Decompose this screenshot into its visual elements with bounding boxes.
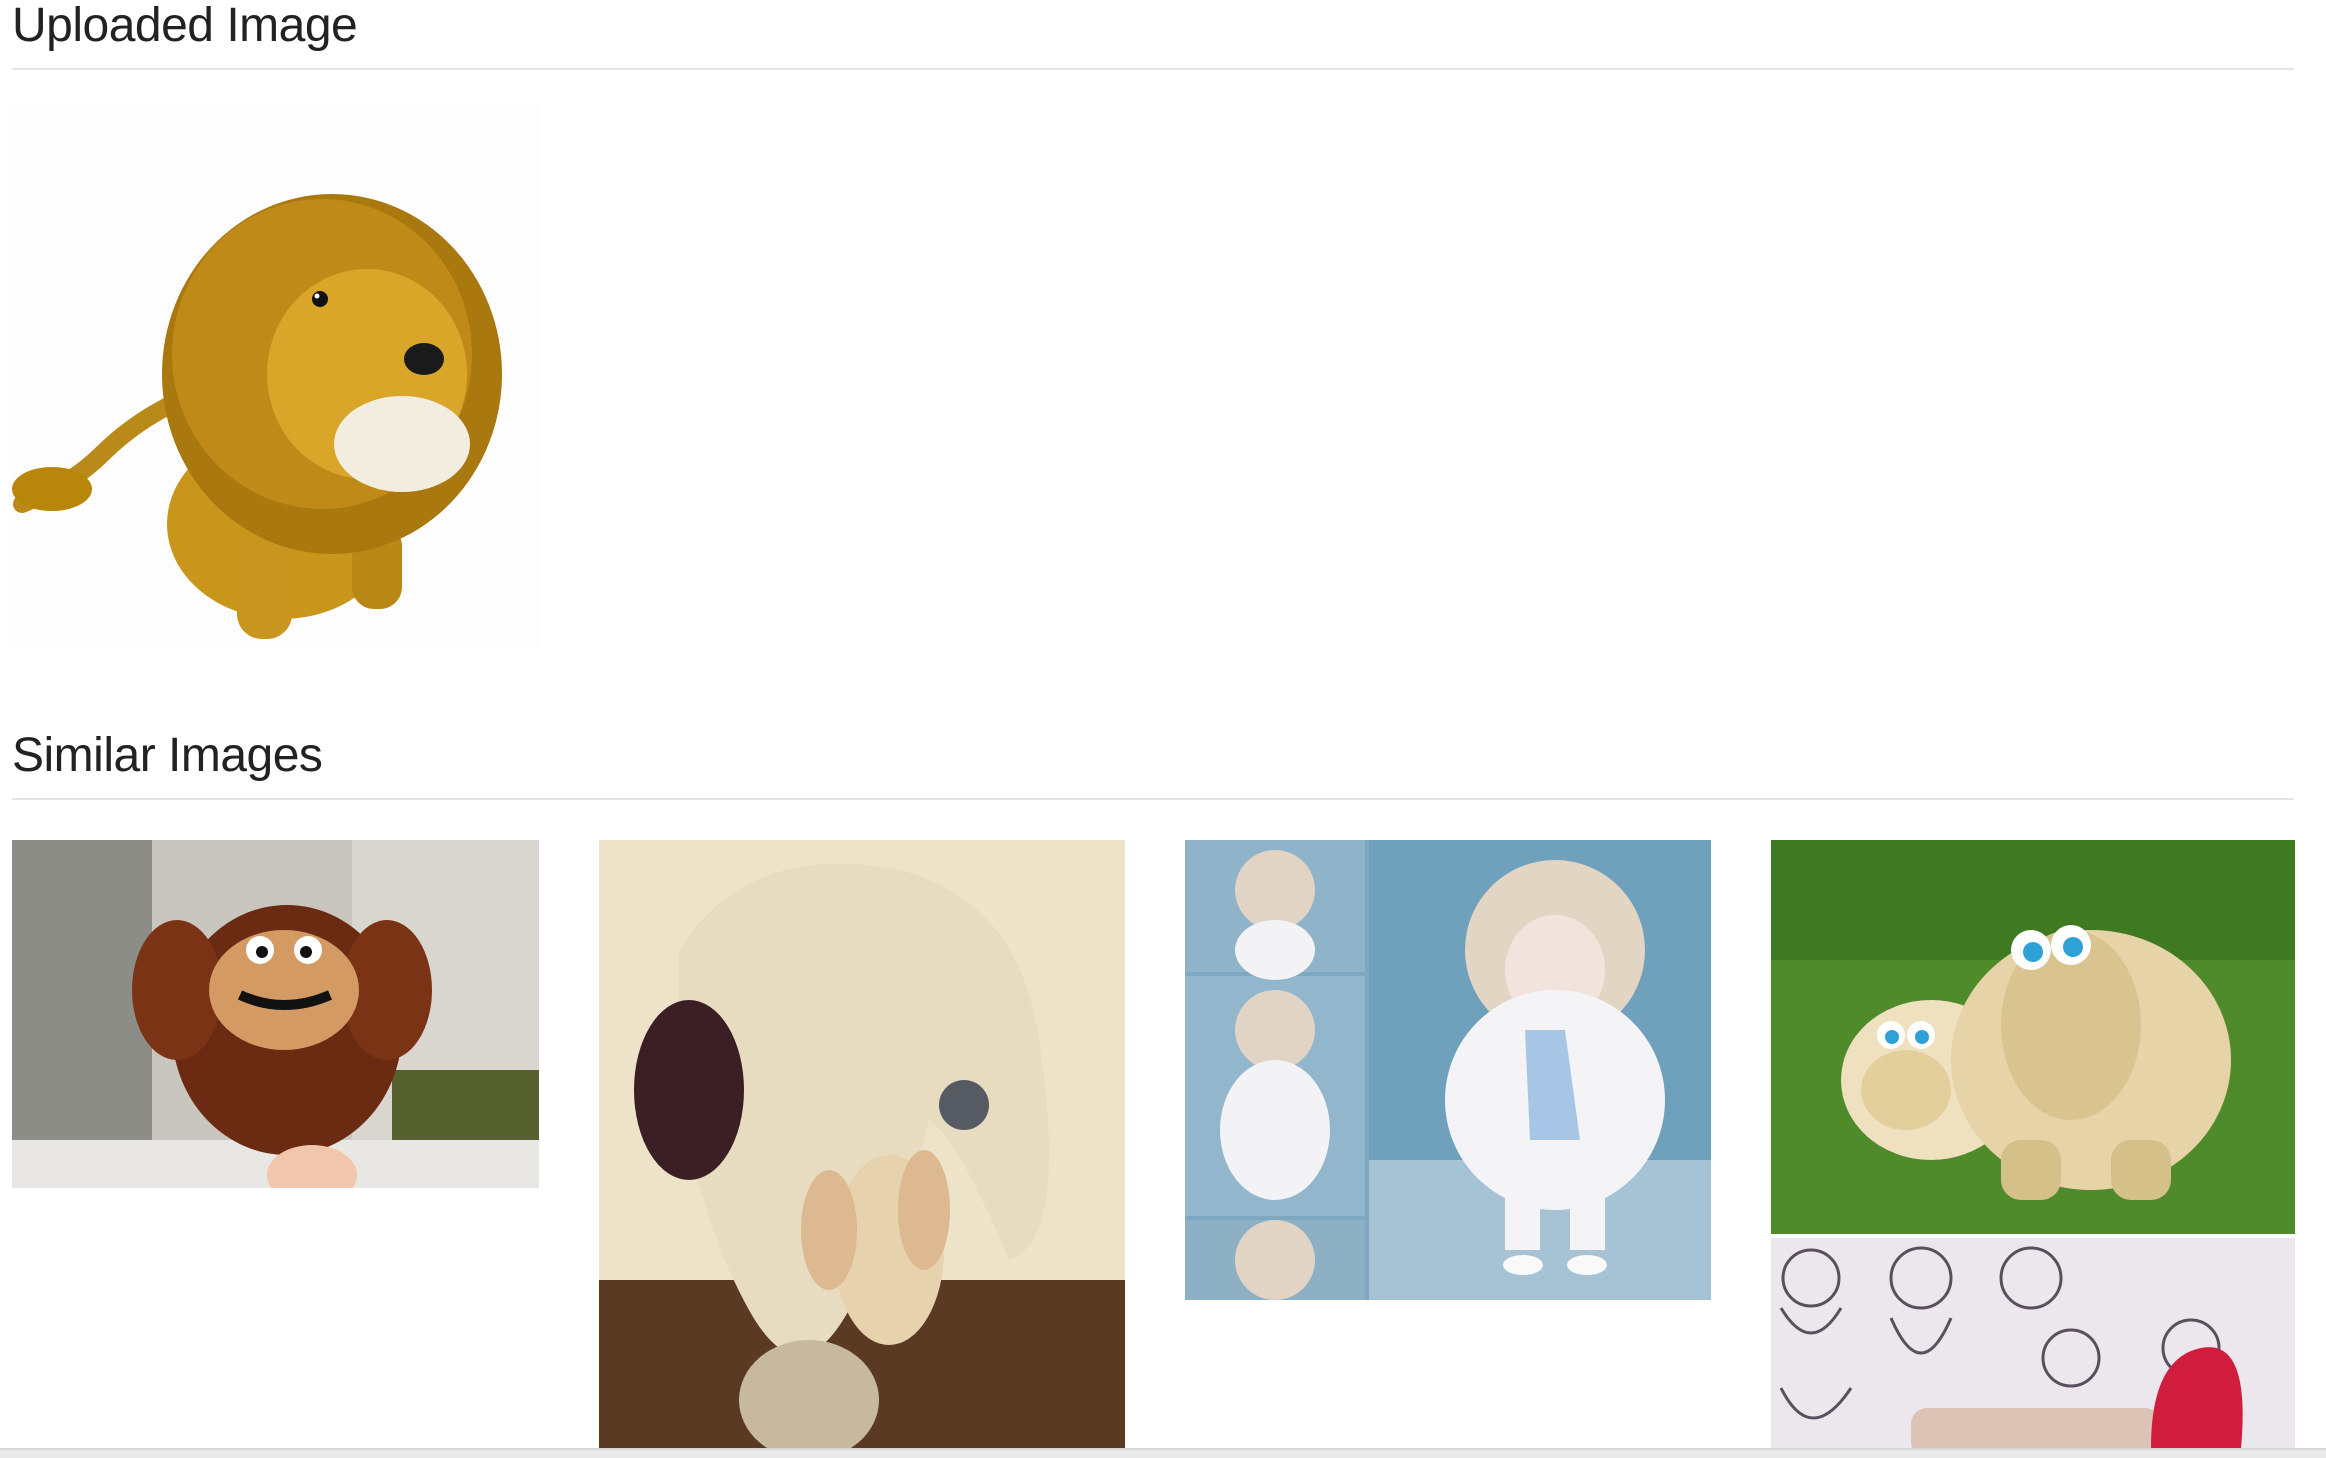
section-divider — [12, 68, 2294, 70]
similar-image-2[interactable] — [599, 840, 1125, 1450]
uploaded-image — [12, 104, 538, 648]
similar-images-heading: Similar Images — [12, 729, 323, 782]
similar-image-4[interactable] — [1771, 840, 2295, 1234]
similar-image-5[interactable] — [1771, 1238, 2295, 1450]
bottom-scroll-edge — [0, 1448, 2326, 1458]
uploaded-image-heading: Uploaded Image — [12, 0, 358, 52]
similar-image-1[interactable] — [12, 840, 539, 1188]
similar-image-3[interactable] — [1185, 840, 1711, 1300]
section-divider — [12, 798, 2294, 800]
